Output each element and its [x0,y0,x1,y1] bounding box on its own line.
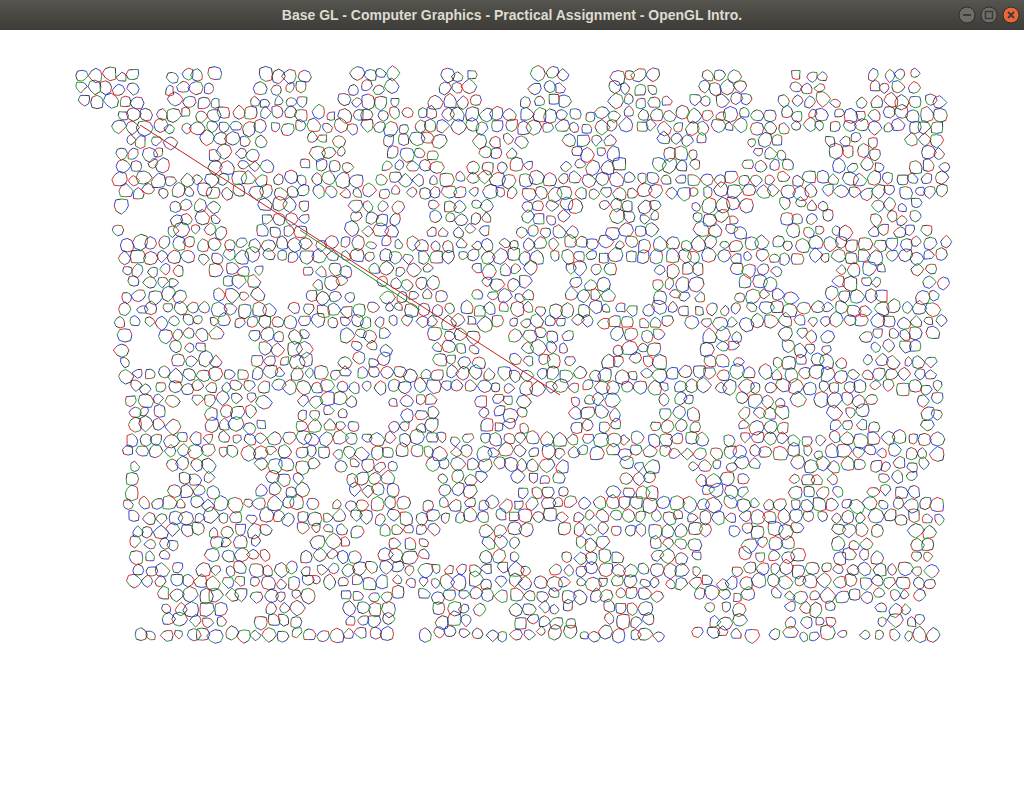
mesh-diagonal-line [140,125,560,395]
window-controls [958,6,1020,24]
mesh-diagonal-line [300,230,420,310]
mesh-strokes [77,66,951,644]
title-bar[interactable]: Base GL - Computer Graphics - Practical … [0,0,1024,30]
mesh-strokes [76,65,952,643]
mesh-strokes [76,66,950,643]
app-window: Base GL - Computer Graphics - Practical … [0,0,1024,798]
lace-mesh-drawing [0,30,1024,798]
window-title: Base GL - Computer Graphics - Practical … [282,5,742,26]
maximize-icon[interactable] [980,6,998,24]
close-icon[interactable] [1002,6,1020,24]
minimize-icon[interactable] [958,6,976,24]
gl-canvas[interactable] [0,30,1024,798]
